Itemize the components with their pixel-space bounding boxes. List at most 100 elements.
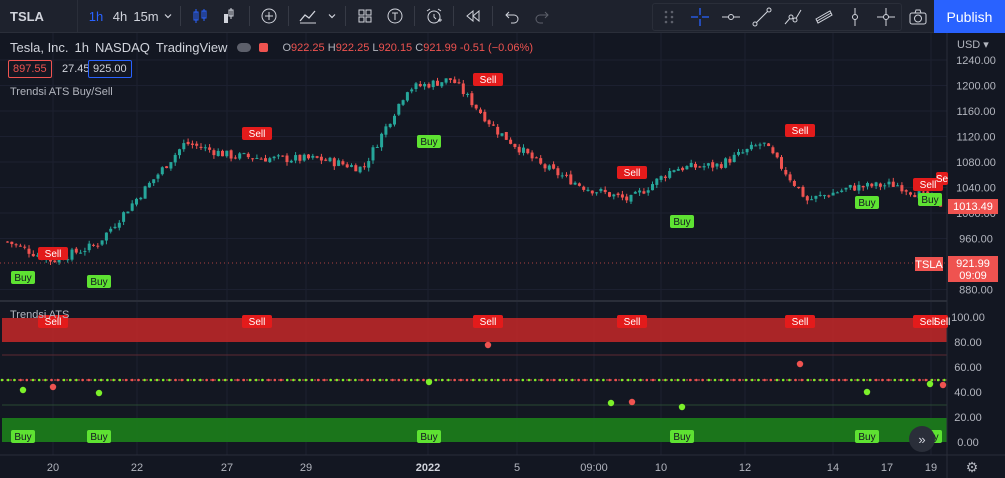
timeframe-1h[interactable]: 1h [84, 0, 108, 33]
candles-icon[interactable] [185, 0, 215, 33]
currency-selector[interactable]: USD ▾ [957, 38, 989, 51]
time-axis-label: 19 [925, 462, 937, 474]
midline-dot [837, 378, 841, 382]
add-icon[interactable] [254, 0, 284, 33]
indicator-name-oscillator[interactable]: Trendsi ATS [10, 309, 69, 321]
indicator-name-price[interactable]: Trendsi ATS Buy/Sell [10, 86, 113, 98]
midline-dot [893, 378, 897, 382]
candle-body [754, 145, 758, 147]
replay-icon[interactable] [458, 0, 488, 33]
candle-body [616, 193, 620, 196]
candle-body [233, 157, 237, 159]
bars-icon[interactable] [215, 0, 245, 33]
midline-dot [719, 378, 723, 382]
candle-body [255, 157, 259, 159]
midline-dot [19, 378, 22, 382]
layout-icon[interactable] [350, 0, 380, 33]
candle-body [380, 133, 384, 148]
midline-dot [230, 378, 233, 382]
midline-dot [68, 378, 72, 382]
candle-body [384, 126, 388, 135]
vertical-line-icon[interactable] [839, 4, 870, 30]
scroll-to-realtime-button[interactable]: » [909, 426, 935, 452]
market-status-icon[interactable] [237, 43, 252, 52]
publish-button[interactable]: Publish [934, 0, 1005, 33]
candle-body [440, 82, 444, 87]
buy-signal-text: Buy [90, 432, 107, 443]
midline-dot [385, 378, 388, 382]
midline-dot [391, 378, 394, 382]
chart-canvas[interactable]: SellSellSellSellSellSellSeBuy BuyBuyBuyBu… [0, 33, 1005, 478]
buy-price-button[interactable]: 925.00 [88, 60, 132, 78]
midline-dot [868, 378, 872, 382]
horizontal-line-icon[interactable] [715, 4, 746, 30]
candle-body [651, 184, 654, 191]
midline-dot [81, 378, 84, 382]
candle-body [160, 167, 164, 175]
alert-icon[interactable] [419, 0, 449, 33]
candle-body [195, 143, 199, 146]
line-chart-icon[interactable] [293, 0, 323, 33]
candle-body [784, 169, 788, 175]
midline-dot [267, 378, 270, 382]
midline-dot [137, 378, 140, 382]
candle-body [74, 248, 78, 253]
data-status-icon[interactable] [259, 43, 269, 52]
timeframe-15m[interactable]: 15m [132, 0, 160, 33]
midline-dot [130, 378, 134, 382]
candle-body [173, 154, 177, 163]
grid-dots-icon[interactable] [653, 4, 684, 30]
midline-dot [254, 378, 258, 382]
candle-body [281, 155, 285, 157]
midline-dot [614, 378, 618, 382]
candle-body [92, 244, 95, 246]
candle-body [909, 192, 912, 195]
channel-icon[interactable] [808, 4, 839, 30]
candle-body [612, 194, 616, 197]
candle-body [444, 78, 448, 83]
candle-body [866, 183, 869, 187]
candle-body [259, 158, 263, 160]
candle-body [599, 188, 603, 192]
gear-icon[interactable]: ⚙ [963, 459, 981, 475]
candle-body [139, 197, 143, 200]
chevron-down-icon[interactable] [323, 0, 341, 33]
time-axis-label: 10 [655, 462, 667, 474]
divider [288, 6, 289, 26]
midline-dot [701, 378, 704, 382]
cross-line-icon[interactable] [870, 4, 901, 30]
midline-dot [881, 378, 884, 382]
midline-dot [688, 378, 692, 382]
timeframe-4h[interactable]: 4h [108, 0, 132, 33]
midline-dot [354, 378, 357, 382]
candle-body [302, 154, 306, 161]
camera-icon[interactable] [902, 0, 934, 33]
candle-body [53, 260, 57, 263]
time-axis-label: 14 [827, 462, 839, 474]
crosshair-icon[interactable] [684, 4, 715, 30]
candle-body [298, 154, 302, 161]
redo-icon[interactable] [527, 0, 557, 33]
legend-title[interactable]: Tesla, Inc. [10, 40, 69, 55]
time-axis-label: 20 [47, 462, 59, 474]
candle-body [810, 199, 814, 201]
candle-body [178, 149, 181, 156]
candle-body [676, 168, 680, 171]
midline-dot [236, 378, 239, 382]
midline-dot [261, 378, 264, 382]
candle-body [96, 245, 100, 247]
candle-body [715, 163, 719, 167]
path-icon[interactable] [777, 4, 808, 30]
midline-dot [75, 378, 78, 382]
candle-body [861, 185, 865, 188]
templates-icon[interactable] [380, 0, 410, 33]
chevron-down-icon[interactable] [160, 0, 176, 33]
candle-body [276, 155, 280, 157]
midline-dot [558, 378, 562, 382]
midline-dot [750, 378, 754, 382]
trend-line-icon[interactable] [746, 4, 777, 30]
midline-dot [905, 378, 909, 382]
sell-price-button[interactable]: 897.55 [8, 60, 52, 78]
symbol-search[interactable]: TSLA [0, 0, 78, 33]
undo-icon[interactable] [497, 0, 527, 33]
